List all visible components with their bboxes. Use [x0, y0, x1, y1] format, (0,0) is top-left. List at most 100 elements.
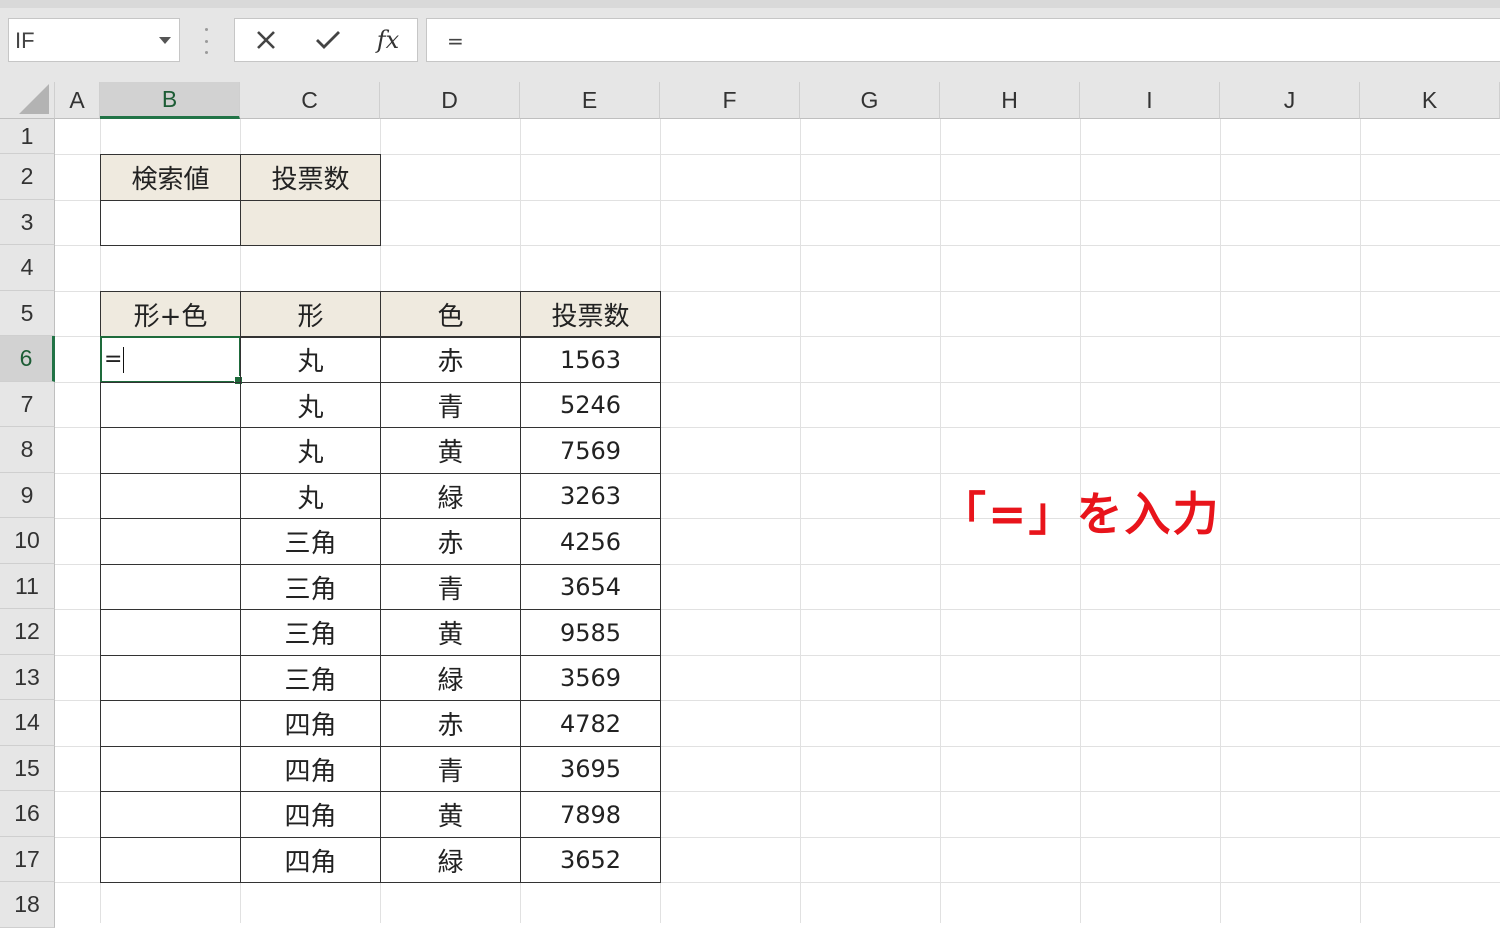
- table-cell-color[interactable]: 黄: [380, 427, 521, 474]
- row-header-15[interactable]: 15: [0, 746, 55, 791]
- table-header-shape[interactable]: 形: [240, 291, 381, 338]
- lookup-header-votes[interactable]: 投票数: [240, 154, 381, 201]
- row-header-4[interactable]: 4: [0, 245, 55, 291]
- table-cell-shape-color[interactable]: [100, 473, 241, 519]
- table-cell-shape[interactable]: 三角: [240, 564, 381, 610]
- table-cell-shape-color[interactable]: [100, 518, 241, 565]
- row-header-1[interactable]: 1: [0, 119, 55, 154]
- row-header-5[interactable]: 5: [0, 291, 55, 336]
- table-cell-color[interactable]: 緑: [380, 473, 521, 519]
- table-cell-shape-color[interactable]: [100, 427, 241, 474]
- row-header-3[interactable]: 3: [0, 200, 55, 245]
- row-header-7[interactable]: 7: [0, 382, 55, 427]
- table-cell-votes[interactable]: 3652: [520, 837, 661, 883]
- table-cell-shape-color[interactable]: [100, 746, 241, 792]
- row-header-13[interactable]: 13: [0, 655, 55, 700]
- text-caret: [123, 346, 125, 373]
- row-header-16[interactable]: 16: [0, 791, 55, 837]
- table-cell-color[interactable]: 赤: [380, 336, 521, 383]
- table-cell-votes[interactable]: 4256: [520, 518, 661, 565]
- column-header-j[interactable]: J: [1220, 82, 1360, 119]
- table-cell-color[interactable]: 赤: [380, 700, 521, 747]
- formula-bar-area: IF fx =: [0, 0, 1500, 82]
- table-cell-shape-color[interactable]: [100, 382, 241, 428]
- table-cell-shape[interactable]: 三角: [240, 655, 381, 701]
- fx-label: fx: [376, 26, 400, 54]
- table-cell-shape[interactable]: 丸: [240, 336, 381, 383]
- row-header-14[interactable]: 14: [0, 700, 55, 746]
- column-header-f[interactable]: F: [660, 82, 800, 119]
- table-header-votes[interactable]: 投票数: [520, 291, 661, 338]
- row-header-10[interactable]: 10: [0, 518, 55, 564]
- row-header-18[interactable]: 18: [0, 882, 55, 928]
- column-header-a[interactable]: A: [55, 82, 100, 119]
- close-icon[interactable]: [239, 19, 293, 61]
- table-header-color[interactable]: 色: [380, 291, 521, 338]
- row-header-11[interactable]: 11: [0, 564, 55, 609]
- row-header-2[interactable]: 2: [0, 154, 55, 200]
- table-cell-shape-color[interactable]: [100, 655, 241, 701]
- more-options-icon[interactable]: [200, 28, 212, 54]
- table-cell-votes[interactable]: 1563: [520, 336, 661, 383]
- name-box-value: IF: [15, 28, 35, 53]
- table-cell-votes[interactable]: 3654: [520, 564, 661, 610]
- row-header-17[interactable]: 17: [0, 837, 55, 882]
- table-cell-color[interactable]: 緑: [380, 655, 521, 701]
- lookup-header-search[interactable]: 検索値: [100, 154, 241, 201]
- table-cell-shape-color[interactable]: [100, 609, 241, 656]
- table-cell-color[interactable]: 黄: [380, 609, 521, 656]
- table-cell-votes[interactable]: 7898: [520, 791, 661, 838]
- table-header-shape-color[interactable]: 形+色: [100, 291, 241, 338]
- table-cell-shape[interactable]: 四角: [240, 837, 381, 883]
- active-cell[interactable]: =: [100, 336, 243, 385]
- select-all-button[interactable]: [0, 82, 55, 119]
- formula-buttons: fx: [234, 18, 418, 62]
- table-cell-color[interactable]: 青: [380, 564, 521, 610]
- column-header-k[interactable]: K: [1360, 82, 1500, 119]
- lookup-search-value[interactable]: [100, 200, 241, 246]
- table-cell-votes[interactable]: 3569: [520, 655, 661, 701]
- table-cell-color[interactable]: 青: [380, 746, 521, 792]
- table-cell-shape[interactable]: 四角: [240, 746, 381, 792]
- column-header-h[interactable]: H: [940, 82, 1080, 119]
- row-header-12[interactable]: 12: [0, 609, 55, 655]
- table-cell-shape[interactable]: 三角: [240, 518, 381, 565]
- column-header-e[interactable]: E: [520, 82, 660, 119]
- table-cell-votes[interactable]: 4782: [520, 700, 661, 747]
- check-icon[interactable]: [301, 19, 355, 61]
- table-cell-votes[interactable]: 3263: [520, 473, 661, 519]
- table-cell-shape-color[interactable]: [100, 700, 241, 747]
- table-cell-votes[interactable]: 9585: [520, 609, 661, 656]
- column-header-g[interactable]: G: [800, 82, 940, 119]
- insert-function-button[interactable]: fx: [361, 19, 415, 61]
- annotation-text: 「=」を入力: [940, 487, 1221, 541]
- row-header-8[interactable]: 8: [0, 427, 55, 473]
- lookup-votes-value[interactable]: [240, 200, 381, 246]
- table-cell-votes[interactable]: 3695: [520, 746, 661, 792]
- table-cell-shape[interactable]: 丸: [240, 427, 381, 474]
- active-cell-value: =: [104, 347, 123, 372]
- column-header-c[interactable]: C: [240, 82, 380, 119]
- column-header-b[interactable]: B: [100, 82, 240, 119]
- table-cell-shape[interactable]: 丸: [240, 473, 381, 519]
- column-header-d[interactable]: D: [380, 82, 520, 119]
- table-cell-color[interactable]: 赤: [380, 518, 521, 565]
- formula-input[interactable]: =: [426, 18, 1500, 62]
- table-cell-votes[interactable]: 7569: [520, 427, 661, 474]
- name-box[interactable]: IF: [8, 18, 180, 62]
- column-header-i[interactable]: I: [1080, 82, 1220, 119]
- table-cell-votes[interactable]: 5246: [520, 382, 661, 428]
- table-cell-shape[interactable]: 三角: [240, 609, 381, 656]
- table-cell-shape[interactable]: 四角: [240, 700, 381, 747]
- table-cell-color[interactable]: 黄: [380, 791, 521, 838]
- row-header-9[interactable]: 9: [0, 473, 55, 518]
- table-cell-shape[interactable]: 四角: [240, 791, 381, 838]
- row-header-6[interactable]: 6: [0, 336, 55, 382]
- table-cell-shape-color[interactable]: [100, 837, 241, 883]
- table-cell-color[interactable]: 緑: [380, 837, 521, 883]
- chevron-down-icon[interactable]: [159, 37, 171, 44]
- table-cell-shape-color[interactable]: [100, 564, 241, 610]
- table-cell-shape[interactable]: 丸: [240, 382, 381, 428]
- table-cell-shape-color[interactable]: [100, 791, 241, 838]
- table-cell-color[interactable]: 青: [380, 382, 521, 428]
